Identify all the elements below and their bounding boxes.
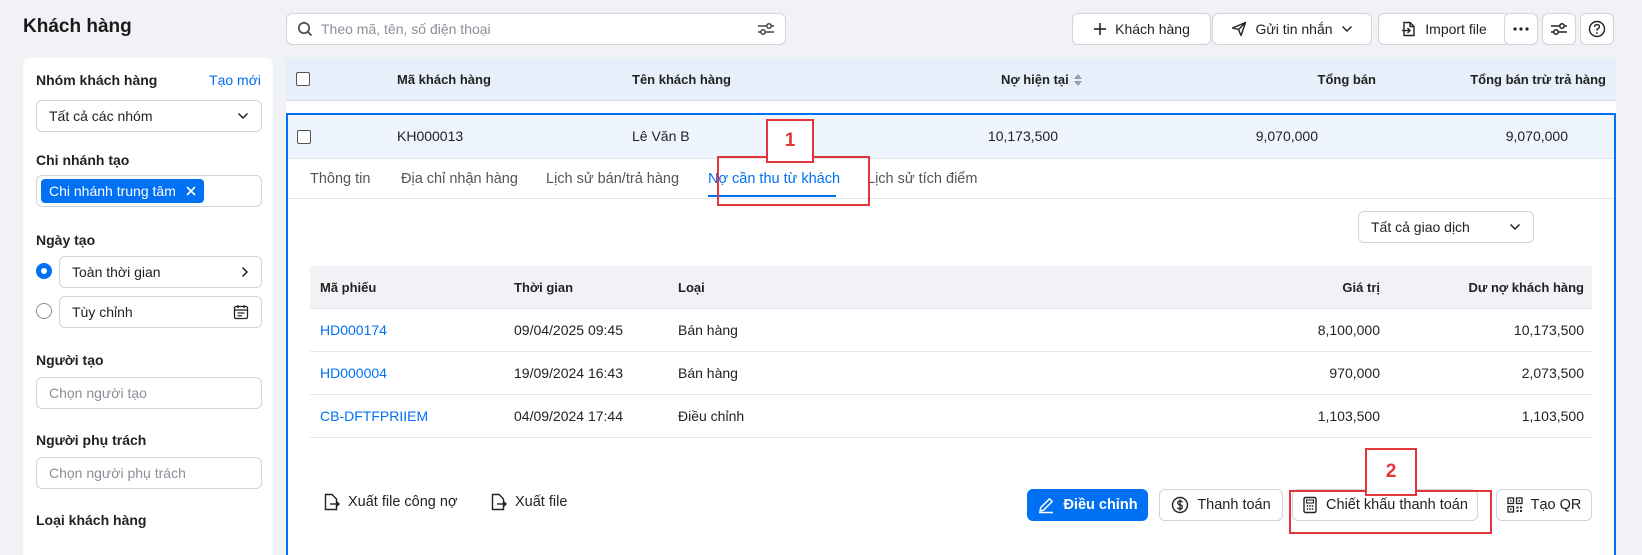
filter-sliders-icon[interactable] — [757, 21, 775, 37]
chevron-right-icon — [241, 266, 249, 278]
debt-table-header: Mã phiếu Thời gian Loại Giá trị Dư nợ kh… — [310, 266, 1592, 309]
pencil-icon — [1037, 496, 1055, 514]
export-icon — [489, 493, 507, 511]
add-customer-button[interactable]: Khách hàng — [1072, 13, 1211, 45]
voucher-time: 09/04/2025 09:45 — [514, 322, 623, 338]
filter-sidebar: Nhóm khách hàng Tạo mới Tất cả các nhóm … — [23, 58, 273, 555]
creator-label: Người tạo — [36, 352, 104, 368]
export-file-button[interactable]: Xuất file — [489, 493, 567, 511]
detail-tabs: Thông tin Địa chỉ nhận hàng Lịch sử bán/… — [288, 159, 1614, 199]
col-customer-code: Mã khách hàng — [397, 72, 491, 87]
tab-shipping-address[interactable]: Địa chỉ nhận hàng — [401, 171, 518, 187]
adjust-button[interactable]: Điều chỉnh — [1027, 489, 1148, 521]
customer-type-label: Loại khách hàng — [36, 512, 147, 528]
col-current-debt[interactable]: Nợ hiện tại — [1001, 72, 1083, 87]
import-file-button[interactable]: Import file — [1378, 13, 1510, 45]
col-total-sales: Tổng bán — [1317, 72, 1377, 87]
import-icon — [1401, 21, 1417, 37]
search-icon — [297, 21, 313, 37]
branch-select[interactable]: Chi nhánh trung tâm — [36, 175, 262, 207]
tab-points-history[interactable]: Lịch sử tích điểm — [867, 171, 977, 187]
export-icon — [322, 493, 340, 511]
select-all-checkbox[interactable] — [296, 72, 310, 86]
customer-code: KH000013 — [397, 128, 464, 144]
total-sales: 9,070,000 — [1255, 128, 1318, 144]
voucher-balance: 10,173,500 — [1513, 322, 1584, 338]
page-title: Khách hàng — [23, 16, 132, 37]
created-date-label: Ngày tạo — [36, 232, 96, 248]
sliders-icon — [1550, 21, 1568, 37]
export-debt-button[interactable]: Xuất file công nợ — [322, 493, 457, 511]
more-options-button[interactable] — [1504, 13, 1538, 45]
help-icon — [1588, 20, 1606, 38]
voucher-balance: 1,103,500 — [1521, 408, 1584, 424]
qr-code-icon — [1506, 497, 1523, 513]
chevron-down-icon — [237, 112, 249, 120]
tab-sales-history[interactable]: Lịch sử bán/trả hàng — [546, 171, 679, 187]
table-header: Mã khách hàng Tên khách hàng Nợ hiện tại… — [286, 58, 1616, 101]
table-row[interactable]: HD000004 19/09/2024 16:43 Bán hàng 970,0… — [310, 352, 1592, 395]
custom-date-field[interactable]: Tùy chỉnh — [59, 296, 262, 328]
col-value: Giá trị — [1342, 280, 1380, 295]
col-time: Thời gian — [514, 280, 574, 295]
callout-badge-1: 1 — [766, 119, 814, 163]
dollar-circle-icon — [1171, 496, 1189, 514]
chevron-down-icon — [1509, 223, 1521, 231]
all-time-field[interactable]: Toàn thời gian — [59, 256, 262, 288]
net-sales: 9,070,000 — [1505, 128, 1568, 144]
col-type: Loại — [678, 280, 705, 295]
column-settings-button[interactable] — [1542, 13, 1576, 45]
send-message-button[interactable]: Gửi tin nhắn — [1212, 13, 1372, 45]
search-box[interactable] — [286, 13, 786, 45]
customer-name: Lê Văn B — [632, 128, 690, 144]
voucher-value: 8,100,000 — [1317, 322, 1380, 338]
callout-box-discount — [1289, 490, 1492, 534]
creator-select[interactable]: Chọn người tạo — [36, 377, 262, 409]
close-icon[interactable] — [186, 186, 196, 196]
search-input[interactable] — [321, 21, 757, 37]
callout-box-tab — [717, 156, 870, 206]
voucher-type: Bán hàng — [678, 322, 738, 338]
more-dots-icon — [1513, 27, 1529, 31]
voucher-link[interactable]: CB-DFTFPRIIEM — [320, 408, 428, 424]
voucher-link[interactable]: HD000004 — [320, 365, 387, 381]
col-net-sales: Tổng bán trừ trả hàng — [1470, 72, 1606, 87]
callout-badge-2: 2 — [1365, 448, 1417, 496]
current-debt: 10,173,500 — [987, 128, 1058, 144]
voucher-time: 04/09/2024 17:44 — [514, 408, 623, 424]
col-voucher-code: Mã phiếu — [320, 280, 377, 295]
voucher-type: Điều chỉnh — [678, 408, 745, 424]
table-row[interactable]: CB-DFTFPRIIEM 04/09/2024 17:44 Điều chỉn… — [310, 395, 1592, 438]
voucher-value: 970,000 — [1329, 365, 1380, 381]
manager-select[interactable]: Chọn người phụ trách — [36, 457, 262, 489]
col-balance: Dư nợ khách hàng — [1468, 280, 1584, 295]
calendar-icon — [233, 304, 249, 320]
voucher-type: Bán hàng — [678, 365, 738, 381]
table-row[interactable]: HD000174 09/04/2025 09:45 Bán hàng 8,100… — [310, 309, 1592, 352]
customer-group-label: Nhóm khách hàng — [36, 72, 158, 88]
help-button[interactable] — [1580, 13, 1614, 45]
tab-info[interactable]: Thông tin — [310, 171, 370, 187]
voucher-time: 19/09/2024 16:43 — [514, 365, 623, 381]
customer-group-select[interactable]: Tất cả các nhóm — [36, 100, 262, 132]
custom-date-radio[interactable] — [36, 303, 52, 319]
plus-icon — [1093, 22, 1107, 36]
table-row[interactable]: KH000013 Lê Văn B 10,173,500 9,070,000 9… — [288, 115, 1614, 159]
voucher-balance: 2,073,500 — [1521, 365, 1584, 381]
col-customer-name: Tên khách hàng — [632, 72, 731, 87]
transaction-filter-select[interactable]: Tất cả giao dịch — [1358, 211, 1534, 243]
sort-icon — [1073, 73, 1083, 87]
manager-label: Người phụ trách — [36, 432, 147, 448]
create-group-link[interactable]: Tạo mới — [209, 72, 261, 88]
send-icon — [1231, 21, 1247, 37]
payment-button[interactable]: Thanh toán — [1159, 489, 1283, 521]
voucher-value: 1,103,500 — [1317, 408, 1380, 424]
branch-tag: Chi nhánh trung tâm — [41, 179, 204, 203]
row-checkbox[interactable] — [297, 130, 311, 144]
branch-label: Chi nhánh tạo — [36, 152, 130, 168]
voucher-link[interactable]: HD000174 — [320, 322, 387, 338]
create-qr-button[interactable]: Tạo QR — [1496, 489, 1592, 521]
chevron-down-icon — [1341, 25, 1353, 33]
all-time-radio[interactable] — [36, 263, 52, 279]
